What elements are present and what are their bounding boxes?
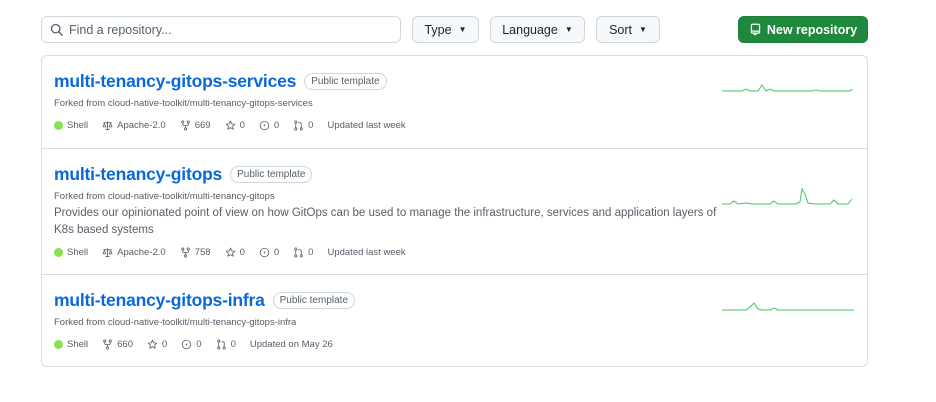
pull-request-icon (216, 339, 226, 350)
forks-link[interactable]: 758 (180, 247, 211, 258)
language-color-dot (54, 340, 63, 349)
repo-title-row: multi-tenancy-gitops Public template (54, 164, 313, 185)
forks-link[interactable]: 669 (180, 120, 211, 131)
pull-request-icon (294, 120, 303, 131)
pull-requests-link[interactable]: 0 (293, 120, 313, 131)
repo-meta: Shell Apache-2.0 669 0 0 0 Updated last … (54, 120, 420, 131)
caret-down-icon: ▼ (458, 25, 467, 34)
repo-description: Provides our opinionated point of view o… (54, 207, 717, 236)
repo-icon (750, 23, 761, 36)
forked-from-link[interactable]: Forked from cloud-native-toolkit/multi-t… (54, 191, 275, 202)
search-input[interactable] (69, 22, 389, 37)
law-icon (102, 248, 113, 258)
language-filter-button[interactable]: Language ▼ (490, 16, 585, 43)
type-filter-button[interactable]: Type ▼ (412, 16, 479, 43)
forks-count: 758 (194, 247, 211, 258)
pull-requests-link[interactable]: 0 (216, 339, 236, 350)
language-filter-label: Language (502, 22, 558, 37)
license-name: Apache-2.0 (117, 120, 166, 131)
issues-count: 0 (273, 120, 280, 131)
license-info: Apache-2.0 (102, 247, 166, 258)
repository-item: multi-tenancy-gitops Public template For… (42, 148, 867, 274)
search-box[interactable] (41, 16, 401, 43)
new-repository-label: New repository (766, 22, 858, 37)
license-name: Apache-2.0 (117, 247, 166, 258)
repo-name-link[interactable]: multi-tenancy-gitops-infra (54, 290, 265, 311)
repository-toolbar: Type ▼ Language ▼ Sort ▼ New repository (41, 16, 868, 43)
updated-time: Updated last week (327, 120, 406, 131)
star-icon (225, 120, 235, 130)
updated-time: Updated on May 26 (249, 339, 333, 350)
visibility-badge: Public template (304, 73, 387, 90)
issues-link[interactable]: 0 (259, 247, 279, 258)
repository-list: multi-tenancy-gitops-services Public tem… (41, 55, 868, 367)
pull-requests-link[interactable]: 0 (293, 247, 313, 258)
star-icon (147, 339, 158, 349)
stars-count: 0 (239, 120, 245, 131)
repo-name-link[interactable]: multi-tenancy-gitops (54, 164, 222, 185)
repo-meta: Shell Apache-2.0 758 0 0 0 Updated last … (54, 247, 420, 258)
repository-item: multi-tenancy-gitops-infra Public templa… (42, 274, 867, 366)
law-icon (102, 121, 113, 131)
sort-label: Sort (609, 22, 632, 37)
repository-item: multi-tenancy-gitops-services Public tem… (42, 56, 867, 148)
language-color-dot (54, 121, 63, 130)
updated-time: Updated last week (327, 247, 406, 258)
pull-request-icon (294, 247, 303, 258)
star-icon (225, 247, 235, 257)
visibility-badge: Public template (230, 166, 313, 183)
stars-link[interactable]: 0 (225, 120, 245, 131)
language-name: Shell (67, 120, 89, 131)
issues-link[interactable]: 0 (181, 339, 202, 350)
caret-down-icon: ▼ (639, 25, 647, 34)
language-color-dot (54, 248, 63, 257)
issue-icon (182, 339, 192, 350)
repo-title-row: multi-tenancy-gitops-services Public tem… (54, 71, 387, 92)
language-info: Shell (54, 247, 88, 258)
pull-requests-count: 0 (230, 339, 236, 350)
repo-meta: Shell 660 0 0 0 Updated on May 26 (54, 339, 347, 350)
repo-name-link[interactable]: multi-tenancy-gitops-services (54, 71, 296, 92)
issues-count: 0 (273, 247, 280, 258)
issues-count: 0 (196, 339, 202, 350)
fork-icon (180, 120, 190, 131)
stars-link[interactable]: 0 (225, 247, 245, 258)
issue-icon (259, 247, 270, 258)
activity-sparkline (722, 84, 853, 92)
pull-requests-count: 0 (308, 247, 314, 258)
repo-title-row: multi-tenancy-gitops-infra Public templa… (54, 290, 356, 311)
type-filter-label: Type (424, 22, 452, 37)
forked-from-link[interactable]: Forked from cloud-native-toolkit/multi-t… (54, 317, 296, 328)
language-name: Shell (67, 339, 89, 350)
visibility-badge: Public template (272, 292, 356, 309)
language-info: Shell (54, 120, 88, 131)
forks-link[interactable]: 660 (102, 339, 133, 350)
forked-from-text: Forked from cloud-native-toolkit/multi-t… (54, 191, 275, 202)
forked-from-text: Forked from cloud-native-toolkit/multi-t… (54, 317, 296, 328)
new-repository-button[interactable]: New repository (738, 16, 868, 43)
sort-button[interactable]: Sort ▼ (596, 16, 660, 43)
issues-link[interactable]: 0 (259, 120, 279, 131)
caret-down-icon: ▼ (564, 25, 573, 34)
license-info: Apache-2.0 (102, 120, 166, 131)
activity-sparkline (722, 302, 854, 311)
language-info: Shell (54, 339, 88, 350)
stars-count: 0 (239, 247, 245, 258)
stars-link[interactable]: 0 (147, 339, 167, 350)
issue-icon (259, 120, 270, 131)
forked-from-text: Forked from cloud-native-toolkit/multi-t… (54, 98, 313, 109)
fork-icon (180, 247, 190, 258)
forked-from-link[interactable]: Forked from cloud-native-toolkit/multi-t… (54, 98, 313, 109)
search-icon (50, 23, 63, 36)
pull-requests-count: 0 (308, 120, 314, 131)
fork-icon (103, 339, 112, 350)
activity-sparkline (722, 187, 853, 205)
forks-count: 669 (194, 120, 211, 131)
language-name: Shell (67, 247, 89, 258)
stars-count: 0 (161, 339, 168, 350)
forks-count: 660 (117, 339, 133, 350)
